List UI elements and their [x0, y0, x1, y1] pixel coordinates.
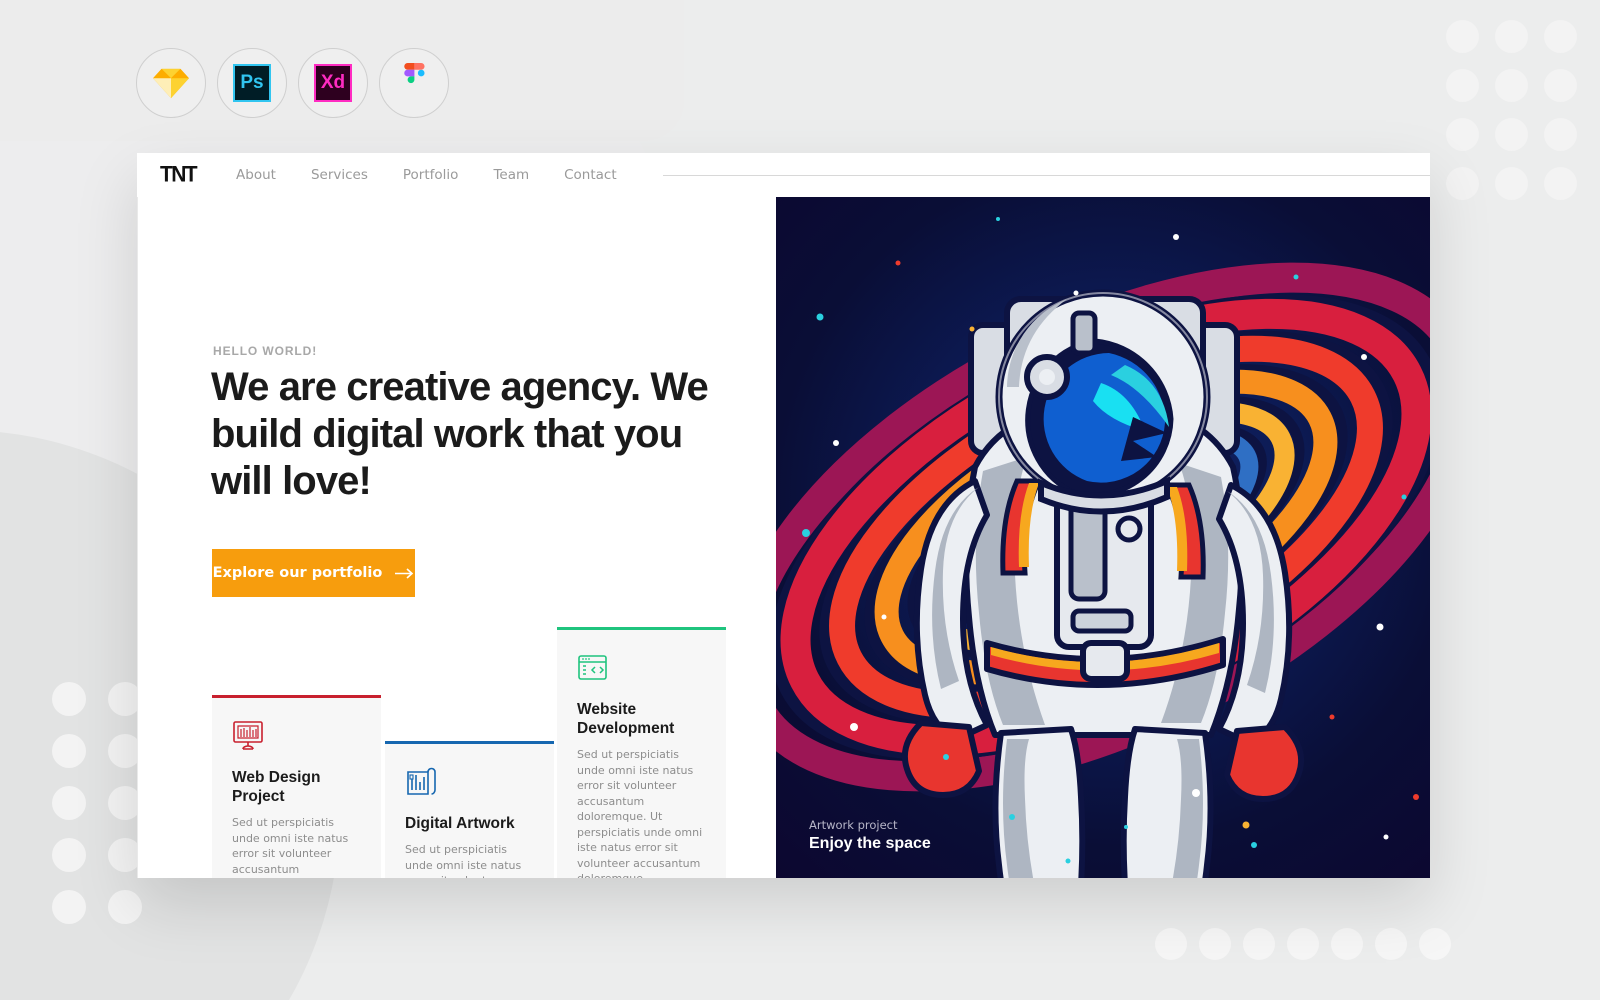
card-title: Web Design Project	[232, 769, 321, 805]
decorative-dot	[1243, 928, 1275, 960]
decorative-dot	[1544, 20, 1577, 53]
card-title: Digital Artwork	[405, 815, 515, 832]
card-text: Sed ut perspiciatis unde omni iste natus…	[577, 748, 703, 878]
artwork-chart-icon	[405, 767, 534, 802]
feature-card-website-development[interactable]: Website Development Sed ut perspiciatis …	[557, 627, 726, 878]
decorative-dot	[1331, 928, 1363, 960]
decorative-dot	[1544, 167, 1577, 200]
nav-link-portfolio[interactable]: Portfolio	[403, 167, 459, 183]
decorative-dot	[52, 786, 86, 820]
arrow-right-icon	[395, 567, 414, 579]
tool-icon-sketch[interactable]	[136, 48, 206, 118]
decorative-dot	[1446, 118, 1479, 151]
decorative-dot	[1495, 20, 1528, 53]
hero-left-column: HELLO WORLD! We are creative agency. We …	[137, 197, 776, 878]
card-text: Sed ut perspiciatis unde omni iste natus…	[232, 816, 349, 876]
decorative-dot	[1155, 928, 1187, 960]
space-illustration: Artwork project Enjoy the space	[776, 197, 1430, 878]
decorative-dot	[1199, 928, 1231, 960]
decorative-dot	[1544, 69, 1577, 102]
decorative-dot	[108, 890, 142, 924]
tool-icon-adobe-xd[interactable]: Xd	[298, 48, 368, 118]
artwork-caption: Artwork project Enjoy the space	[809, 818, 931, 853]
website-mockup: TNT About Services Portfolio Team Contac…	[137, 153, 1430, 878]
dot-grid-bottom-right	[1155, 928, 1463, 972]
card-title: Website Development	[577, 701, 675, 737]
nav-link-services[interactable]: Services	[311, 167, 368, 183]
decorative-dot	[1446, 167, 1479, 200]
nav-link-contact[interactable]: Contact	[564, 167, 617, 183]
hero-headline: We are creative agency. We build digital…	[211, 365, 709, 503]
artwork-caption-title: Enjoy the space	[809, 835, 931, 852]
feature-card-web-design[interactable]: Web Design Project Sed ut perspiciatis u…	[212, 695, 381, 878]
site-navbar: TNT About Services Portfolio Team Contac…	[137, 153, 1430, 197]
nav-links: About Services Portfolio Team Contact	[236, 167, 617, 183]
decorative-dot	[1419, 928, 1451, 960]
astronaut-rings-artwork	[776, 217, 1430, 878]
decorative-dot	[52, 838, 86, 872]
decorative-dot	[1495, 69, 1528, 102]
design-tool-icons: Ps Xd	[136, 48, 449, 118]
nav-link-about[interactable]: About	[236, 167, 276, 183]
hero-eyebrow: HELLO WORLD!	[213, 344, 318, 358]
nav-link-team[interactable]: Team	[493, 167, 529, 183]
cta-label: Explore our portfolio	[212, 565, 383, 581]
decorative-dot	[1495, 167, 1528, 200]
decorative-dot	[1446, 20, 1479, 53]
artwork-caption-subtitle: Artwork project	[809, 818, 898, 832]
feature-card-digital-artwork[interactable]: Digital Artwork Sed ut perspiciatis unde…	[385, 741, 554, 878]
tool-icon-figma[interactable]	[379, 48, 449, 118]
card-text: Sed ut perspiciatis unde omni iste natus…	[405, 843, 522, 878]
code-window-icon	[577, 653, 706, 688]
decorative-dot	[1375, 928, 1407, 960]
monitor-design-icon	[232, 721, 361, 756]
sketch-diamond-icon	[153, 68, 189, 99]
nav-divider-line	[662, 174, 1430, 176]
decorative-dot	[1446, 69, 1479, 102]
photoshop-icon: Ps	[233, 64, 271, 102]
figma-icon	[403, 63, 425, 84]
decorative-dot	[1544, 118, 1577, 151]
adobe-xd-icon: Xd	[314, 64, 352, 102]
decorative-dot	[52, 890, 86, 924]
dot-grid-top-right	[1446, 20, 1593, 216]
decorative-dot	[1287, 928, 1319, 960]
decorative-dot	[52, 682, 86, 716]
artwork-panel: Artwork project Enjoy the space	[776, 197, 1430, 878]
tool-icon-photoshop[interactable]: Ps	[217, 48, 287, 118]
decorative-dot	[1495, 118, 1528, 151]
site-logo[interactable]: TNT	[160, 162, 198, 187]
decorative-dot	[52, 734, 86, 768]
explore-portfolio-button[interactable]: Explore our portfolio	[212, 549, 415, 597]
